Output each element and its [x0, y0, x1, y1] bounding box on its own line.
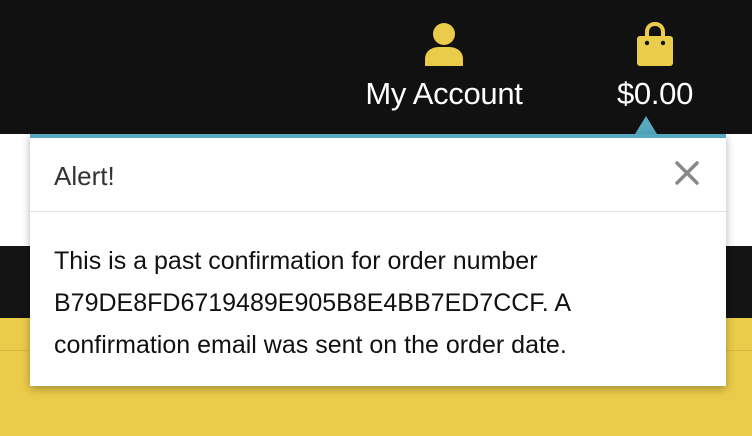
cart-total: $0.00 [616, 76, 694, 111]
alert-message-line: confirmation email was sent on the order… [54, 331, 567, 359]
my-account-label: My Account [365, 76, 523, 111]
popover-arrow [635, 116, 657, 134]
close-icon [675, 161, 699, 185]
shopping-bag-icon [637, 22, 673, 66]
alert-message-line: This is a past confirmation for order nu… [54, 247, 538, 275]
alert-popover: Alert! This is a past confirmation for o… [30, 134, 726, 386]
alert-message: This is a past confirmation for order nu… [54, 240, 704, 366]
my-account-link[interactable]: My Account [356, 22, 532, 112]
top-nav-bar: My Account $0.00 [0, 0, 752, 134]
alert-header: Alert! [30, 138, 726, 212]
user-icon [425, 23, 463, 66]
cart-link[interactable]: $0.00 [600, 22, 710, 112]
close-button[interactable] [674, 156, 704, 190]
alert-title: Alert! [54, 161, 115, 191]
alert-message-line: B79DE8FD6719489E905B8E4BB7ED7CCF. A [54, 289, 571, 317]
